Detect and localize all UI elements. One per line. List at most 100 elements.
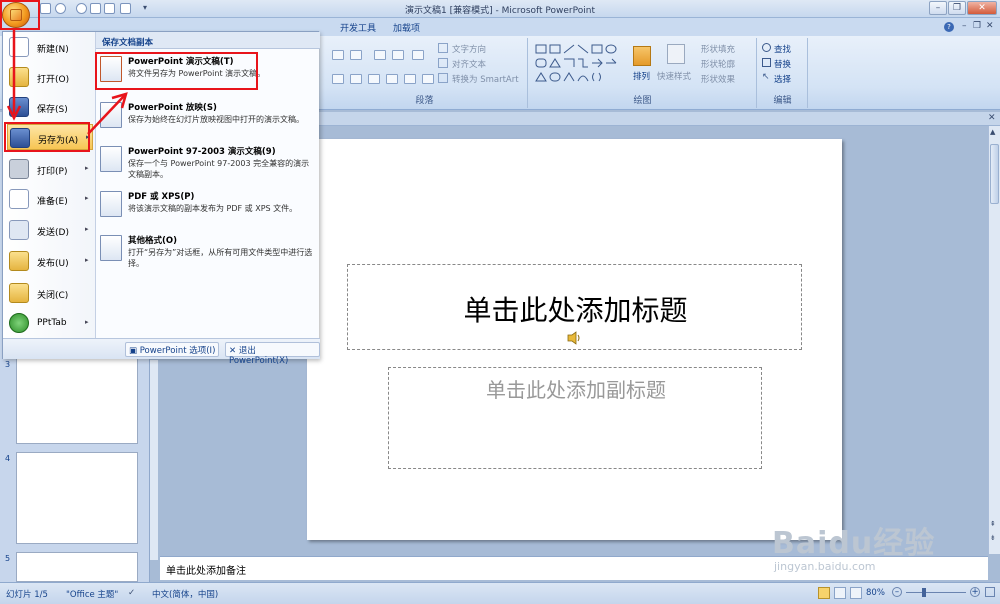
shape-effects-button[interactable]: 形状效果: [701, 73, 735, 85]
spelling-check-icon[interactable]: ✓: [128, 588, 135, 598]
submenu-item-desc: 保存一个与 PowerPoint 97-2003 完全兼容的演示文稿副本。: [128, 159, 310, 179]
slide-canvas[interactable]: 单击此处添加标题 单击此处添加副标题: [307, 139, 842, 540]
sorter-view-icon[interactable]: [834, 587, 846, 599]
close-folder-icon: [9, 283, 29, 303]
subtitle-placeholder-text: 单击此处添加副标题: [486, 378, 666, 402]
zoom-in-icon[interactable]: +: [970, 587, 980, 597]
align-left-icon[interactable]: [332, 74, 344, 84]
speaker-icon[interactable]: [566, 331, 582, 345]
text-direction-icon: [438, 43, 448, 53]
normal-view-icon[interactable]: [818, 587, 830, 599]
slide-thumbnail-3[interactable]: [16, 352, 138, 444]
editing-group: 查找 替换 ↖ 选择 编辑: [758, 38, 808, 108]
increase-indent-icon[interactable]: [392, 50, 404, 60]
fit-window-icon[interactable]: [985, 587, 995, 597]
decrease-indent-icon[interactable]: [374, 50, 386, 60]
close-pane-icon[interactable]: ✕: [988, 113, 996, 123]
language-status: 中文(简体，中国): [152, 590, 219, 600]
submenu-item-title: 其他格式(O): [128, 236, 177, 246]
drawing-group-label: 绘图: [633, 96, 652, 106]
notes-placeholder: 单击此处添加备注: [166, 566, 246, 577]
scroll-up-icon[interactable]: ▲: [990, 128, 999, 138]
prev-slide-icon[interactable]: ⇞: [990, 520, 996, 528]
close-button[interactable]: ✕: [967, 1, 997, 15]
submenu-item-title: PDF 或 XPS(P): [128, 192, 195, 202]
quick-styles-button[interactable]: 快速样式: [657, 70, 691, 82]
send-icon: [9, 220, 29, 240]
columns-icon[interactable]: [422, 74, 434, 84]
submenu-arrow-icon: ▸: [85, 225, 89, 233]
pdf-xps-file-icon: [100, 191, 122, 217]
justify-icon[interactable]: [386, 74, 398, 84]
help-icon[interactable]: ?: [944, 22, 954, 32]
zoom-slider-handle[interactable]: [922, 588, 926, 597]
distribute-icon[interactable]: [404, 74, 416, 84]
drawing-group: 排列 快速样式 形状填充 形状轮廓 形状效果 绘图: [529, 38, 757, 108]
office-menu-footer: ▣ PowerPoint 选项(I) ✕ 退出 PowerPoint(X): [3, 338, 320, 366]
pane-scrollbar[interactable]: [150, 360, 158, 560]
save-as-pdf-xps[interactable]: PDF 或 XPS(P) 将该演示文稿的副本发布为 PDF 或 XPS 文件。: [100, 187, 316, 231]
arrange-icon: [633, 46, 651, 66]
minimize-button[interactable]: –: [929, 1, 947, 15]
status-bar: 幻灯片 1/5 "Office 主题" ✓ 中文(简体，中国) 80% – +: [0, 582, 1000, 604]
quick-styles-icon: [667, 44, 685, 64]
slide-thumbnail-4[interactable]: [16, 452, 138, 544]
numbering-icon[interactable]: [350, 50, 362, 60]
save-as-other-formats[interactable]: 其他格式(O) 打开“另存为”对话框，从所有可用文件类型中进行选择。: [100, 231, 316, 275]
zoom-slider[interactable]: [906, 592, 966, 593]
vertical-scrollbar[interactable]: ▲ ⇞ ⇟: [988, 126, 1000, 554]
bullets-icon[interactable]: [332, 50, 344, 60]
ribbon-close-icon[interactable]: ✕: [986, 21, 994, 31]
tab-addins[interactable]: 加载项: [393, 21, 420, 34]
menu-item-close[interactable]: 关闭(C): [7, 280, 93, 306]
zoom-level[interactable]: 80%: [866, 588, 885, 598]
arrange-button[interactable]: 排列: [633, 70, 650, 82]
slide-thumbnail-5[interactable]: [16, 552, 138, 582]
scroll-thumb[interactable]: [990, 144, 999, 204]
next-slide-icon[interactable]: ⇟: [990, 534, 996, 542]
menu-item-prepare[interactable]: 准备(E) ▸: [7, 186, 93, 212]
prepare-icon: [9, 189, 29, 209]
title-placeholder[interactable]: 单击此处添加标题: [347, 264, 802, 350]
ppttab-icon: [9, 313, 29, 333]
convert-smartart-button[interactable]: 转换为 SmartArt: [452, 73, 519, 85]
submenu-arrow-icon: ▸: [85, 256, 89, 264]
menu-item-label: PPtTab: [37, 318, 67, 328]
align-right-icon[interactable]: [368, 74, 380, 84]
shape-outline-button[interactable]: 形状轮廓: [701, 58, 735, 70]
menu-item-label: 关闭(C): [37, 291, 69, 301]
menu-item-send[interactable]: 发送(D) ▸: [7, 217, 93, 243]
ribbon-restore-icon[interactable]: ❐: [973, 21, 981, 31]
replace-button[interactable]: 替换: [774, 58, 791, 70]
publish-icon: [9, 251, 29, 271]
shapes-gallery[interactable]: [533, 42, 629, 86]
paragraph-group: 文字方向 对齐文本 转换为 SmartArt 段落: [322, 38, 528, 108]
subtitle-placeholder[interactable]: 单击此处添加副标题: [388, 367, 762, 469]
align-center-icon[interactable]: [350, 74, 362, 84]
submenu-item-desc: 将该演示文稿的副本发布为 PDF 或 XPS 文件。: [128, 204, 298, 213]
thumbnail-number: 3: [5, 360, 11, 369]
tab-developer[interactable]: 开发工具: [340, 21, 376, 34]
annotation-arrows: [6, 30, 128, 135]
menu-item-label: 准备(E): [37, 197, 68, 207]
slideshow-view-icon[interactable]: [850, 587, 862, 599]
select-button[interactable]: 选择: [774, 73, 791, 85]
restore-button[interactable]: ❐: [948, 1, 966, 15]
exit-powerpoint-button[interactable]: ✕ 退出 PowerPoint(X): [225, 342, 320, 366]
title-placeholder-text: 单击此处添加标题: [463, 294, 688, 327]
shape-fill-button[interactable]: 形状填充: [701, 43, 735, 55]
zoom-out-icon[interactable]: –: [892, 587, 902, 597]
powerpoint-options-button[interactable]: ▣ PowerPoint 选项(I): [125, 342, 220, 357]
align-text-button[interactable]: 对齐文本: [452, 58, 486, 70]
menu-item-publish[interactable]: 发布(U) ▸: [7, 248, 93, 274]
printer-icon: [9, 159, 29, 179]
menu-item-ppttab[interactable]: PPtTab ▸: [7, 310, 93, 336]
thumbnail-number: 4: [5, 454, 11, 463]
find-button[interactable]: 查找: [774, 43, 791, 55]
thumbnail-number: 5: [5, 554, 11, 563]
find-icon: [762, 43, 771, 52]
ribbon-minimize-icon[interactable]: –: [962, 21, 967, 31]
line-spacing-icon[interactable]: [412, 50, 424, 60]
baidu-watermark: Baidu经验 jingyan.baidu.com: [772, 518, 935, 573]
text-direction-button[interactable]: 文字方向: [452, 43, 486, 55]
